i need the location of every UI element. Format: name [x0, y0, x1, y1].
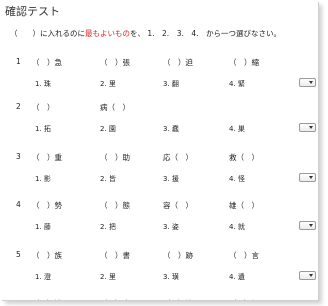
blank-word: （ ）言: [229, 251, 259, 260]
blank-word: （ ）跡: [163, 251, 193, 260]
chevron-down-icon: [309, 81, 313, 84]
answer-option: 1. 藤: [35, 223, 51, 231]
blank-word: （ ）縮: [229, 58, 259, 67]
answer-select[interactable]: [299, 78, 316, 87]
blank-word: （ ）張: [100, 58, 130, 67]
chevron-down-icon: [309, 224, 313, 227]
question-number: 2: [16, 102, 21, 111]
answer-option: 2. 園: [100, 125, 116, 133]
question-number: 1: [16, 57, 21, 66]
answer-option: 4. 巣: [229, 125, 245, 133]
question-number: 4: [16, 200, 21, 209]
chevron-down-icon: [309, 176, 313, 179]
answer-option: 3. 姿: [163, 223, 179, 231]
answer-option: 4. 怪: [229, 175, 245, 183]
answer-option: 4. 就: [229, 223, 245, 231]
chevron-down-icon: [309, 126, 313, 129]
answer-select[interactable]: [299, 271, 316, 280]
blank-word: （ ）方: [100, 298, 130, 300]
blank-word: （ ）勢: [32, 201, 62, 210]
blank-word: （ ）態: [100, 201, 130, 210]
question-number: 3: [16, 152, 21, 161]
blank-word: 病（ ）: [100, 103, 130, 112]
answer-option: 2. 里: [100, 273, 116, 281]
blank-word: （ ）迫: [163, 58, 193, 67]
blank-word: 応（ ）: [163, 153, 193, 162]
instruction-highlight: 最もよいもの: [85, 29, 130, 38]
chevron-down-icon: [309, 274, 313, 277]
instruction-after: を、 1. 2. 3. 4. から一つ選びなさい。: [130, 29, 282, 38]
page-title: 確認テスト: [5, 5, 60, 18]
blank-word: （ ）場: [229, 298, 259, 300]
question-number: 5: [16, 250, 21, 259]
test-panel: 確認テスト （ ）に入れるのに最もよいものを、 1. 2. 3. 4. から一つ…: [2, 2, 319, 301]
answer-option: 1. 影: [35, 175, 51, 183]
blank-word: 救（ ）: [229, 153, 259, 162]
answer-option: 3. 璜: [163, 273, 179, 281]
answer-option: 1. 澄: [35, 273, 51, 281]
answer-option: 2. 里: [100, 80, 116, 88]
answer-option: 1. 珠: [35, 80, 51, 88]
answer-option: 1. 拓: [35, 125, 51, 133]
blank-word: （ ）重: [32, 153, 62, 162]
answer-option: 3. 援: [163, 175, 179, 183]
blank-word: （ ）急: [32, 58, 62, 67]
blank-word: 雄（ ）: [229, 201, 259, 210]
blank-word: 容（ ）: [163, 201, 193, 210]
answer-option: 4. 遺: [229, 273, 245, 281]
blank-word: （ ）助: [100, 153, 130, 162]
blank-word: （ ）決: [163, 298, 193, 300]
answer-option: 3. 翻: [163, 80, 179, 88]
answer-select[interactable]: [299, 123, 316, 132]
answer-option: 4. 緊: [229, 80, 245, 88]
answer-select[interactable]: [299, 221, 316, 230]
answer-option: 2. 把: [100, 223, 116, 231]
blank-word: （ ）流み: [32, 298, 70, 300]
blank-word: （ ）族: [32, 251, 62, 260]
answer-select[interactable]: [299, 173, 316, 182]
instruction-text: （ ）に入れるのに最もよいものを、 1. 2. 3. 4. から一つ選びなさい。: [10, 28, 281, 39]
blank-word: （ ）書: [100, 251, 130, 260]
answer-option: 3. 蠢: [163, 125, 179, 133]
answer-option: 2. 皆: [100, 175, 116, 183]
instruction-before: （ ）に入れるのに: [10, 29, 85, 38]
blank-word: （ ）: [32, 103, 55, 112]
